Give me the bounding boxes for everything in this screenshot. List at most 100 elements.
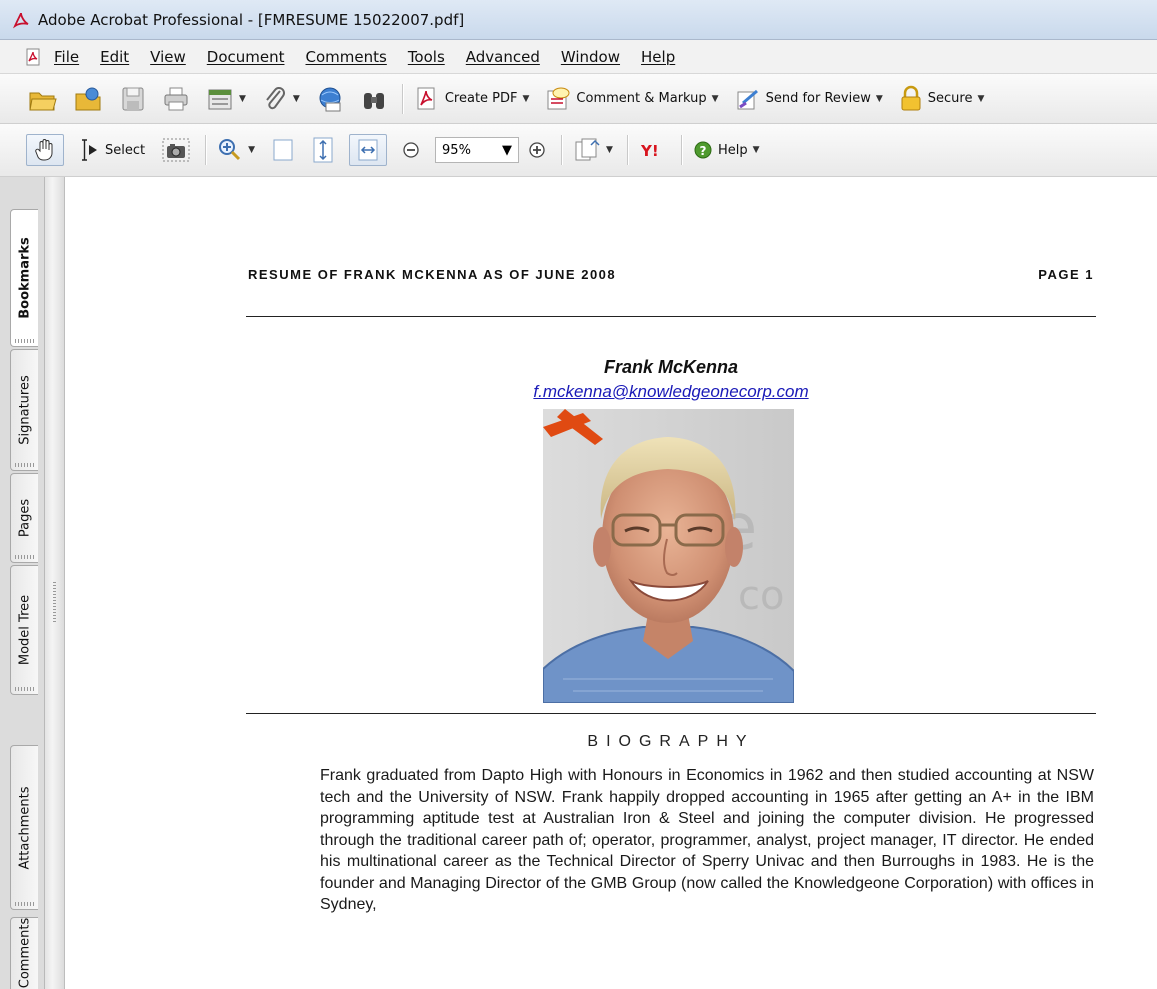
tasks-button[interactable]: ▼ bbox=[204, 83, 248, 115]
binoculars-icon bbox=[363, 92, 384, 109]
tasks-icon bbox=[208, 89, 232, 109]
tab-grip bbox=[15, 463, 34, 467]
rotate-page-icon bbox=[575, 138, 600, 161]
person-name: Frank McKenna bbox=[603, 357, 739, 377]
tab-grip bbox=[15, 687, 34, 691]
menu-window[interactable]: Window bbox=[559, 46, 622, 68]
text-cursor-icon bbox=[82, 139, 97, 161]
biography-heading: BIOGRAPHY bbox=[587, 733, 755, 750]
toolbar-separator bbox=[561, 135, 564, 165]
tab-attachments-label: Attachments bbox=[17, 786, 32, 869]
printer-icon bbox=[164, 87, 188, 110]
fit-page-button[interactable] bbox=[309, 134, 337, 166]
tab-signatures[interactable]: Signatures bbox=[10, 349, 38, 471]
file-toolbar: ▼ ▼ Create PDF ▼ Comment & Markup ▼ Send… bbox=[0, 74, 1157, 124]
tab-comments-label: Comments bbox=[17, 918, 32, 989]
tab-bookmarks-label: Bookmarks bbox=[17, 237, 32, 319]
comment-markup-button[interactable]: Comment & Markup ▼ bbox=[543, 83, 720, 115]
save-disk-icon bbox=[122, 87, 144, 110]
hand-tool-button[interactable] bbox=[26, 134, 64, 166]
menu-document[interactable]: Document bbox=[205, 46, 287, 68]
running-header: RESUME OF FRANK MCKENNA AS OF JUNE 2008 … bbox=[248, 267, 1094, 282]
header-title: RESUME OF FRANK MCKENNA AS OF JUNE 2008 bbox=[248, 267, 617, 282]
tab-model-tree[interactable]: Model Tree bbox=[10, 565, 38, 695]
secure-button[interactable]: Secure ▼ bbox=[897, 83, 987, 115]
chevron-down-icon: ▼ bbox=[292, 93, 300, 104]
menu-tools[interactable]: Tools bbox=[406, 46, 447, 68]
chevron-down-icon: ▼ bbox=[248, 145, 256, 155]
help-circle-icon: ? bbox=[694, 141, 712, 159]
chevron-down-icon: ▼ bbox=[875, 93, 883, 104]
menu-help[interactable]: Help bbox=[639, 46, 677, 68]
biography-text: Frank graduated from Dapto High with Hon… bbox=[320, 767, 1094, 913]
tab-pages-label: Pages bbox=[17, 498, 32, 538]
actual-size-button[interactable] bbox=[269, 134, 297, 166]
help-button[interactable]: ? Help ▼ bbox=[691, 134, 762, 166]
minus-circle-icon bbox=[403, 142, 419, 158]
organizer-folder-icon bbox=[75, 87, 101, 110]
globe-email-icon bbox=[319, 87, 341, 111]
comment-markup-icon bbox=[547, 87, 570, 109]
organizer-button[interactable] bbox=[72, 83, 106, 115]
fit-page-icon bbox=[313, 137, 333, 163]
profile-photo: re co bbox=[543, 409, 794, 703]
zoom-select[interactable]: 95% ▼ bbox=[435, 137, 520, 163]
chevron-down-icon: ▼ bbox=[606, 145, 613, 155]
menu-bar: File Edit View Document Comments Tools A… bbox=[0, 40, 1157, 74]
zoom-out-button[interactable] bbox=[399, 134, 423, 166]
pdf-page: RESUME OF FRANK MCKENNA AS OF JUNE 2008 … bbox=[66, 177, 1157, 989]
open-button[interactable] bbox=[26, 83, 60, 115]
send-review-button[interactable]: Send for Review ▼ bbox=[733, 83, 885, 115]
tab-model-tree-label: Model Tree bbox=[17, 594, 32, 666]
document-view[interactable]: RESUME OF FRANK MCKENNA AS OF JUNE 2008 … bbox=[66, 177, 1157, 989]
tab-comments[interactable]: Comments bbox=[10, 917, 38, 989]
fit-width-icon bbox=[358, 139, 378, 161]
menu-comments[interactable]: Comments bbox=[304, 46, 389, 68]
search-button[interactable] bbox=[358, 83, 390, 115]
zoom-in-button[interactable] bbox=[525, 134, 549, 166]
tab-attachments[interactable]: Attachments bbox=[10, 745, 38, 910]
tab-grip bbox=[15, 902, 34, 906]
fit-width-button[interactable] bbox=[349, 134, 388, 166]
zoom-value: 95% bbox=[442, 142, 471, 158]
rotate-view-button[interactable]: ▼ bbox=[571, 134, 615, 166]
email-link[interactable]: f.mckenna@knowledgeonecorp.com bbox=[246, 382, 1096, 402]
menu-advanced[interactable]: Advanced bbox=[464, 46, 542, 68]
snapshot-button[interactable] bbox=[159, 134, 193, 166]
open-folder-icon bbox=[29, 92, 57, 110]
secure-label: Secure bbox=[927, 91, 973, 106]
camera-icon bbox=[162, 138, 190, 162]
header-rule bbox=[246, 316, 1096, 317]
splitter-grip bbox=[53, 582, 56, 622]
plus-circle-icon bbox=[529, 142, 545, 158]
create-pdf-button[interactable]: Create PDF ▼ bbox=[412, 83, 532, 115]
tab-pages[interactable]: Pages bbox=[10, 473, 38, 563]
select-tool-button[interactable]: Select bbox=[76, 134, 147, 166]
toolbar-separator bbox=[680, 135, 683, 165]
paperclip-icon bbox=[266, 86, 285, 109]
zoom-in-tool-button[interactable]: ▼ bbox=[215, 134, 257, 166]
chevron-down-icon: ▼ bbox=[522, 93, 530, 104]
toolbar-separator bbox=[626, 135, 629, 165]
send-review-icon bbox=[737, 89, 758, 109]
toolbar-separator bbox=[205, 135, 208, 165]
menu-file[interactable]: File bbox=[52, 46, 81, 68]
save-button[interactable] bbox=[118, 83, 148, 115]
svg-text:Y!: Y! bbox=[640, 142, 659, 160]
email-button[interactable] bbox=[314, 83, 346, 115]
yahoo-logo-icon: Y! bbox=[640, 142, 659, 160]
photo-bottom-rule bbox=[246, 713, 1096, 714]
attach-button[interactable]: ▼ bbox=[260, 83, 302, 115]
menu-edit[interactable]: Edit bbox=[98, 46, 131, 68]
page-icon bbox=[273, 139, 293, 161]
document-icon[interactable] bbox=[24, 48, 42, 66]
menu-view[interactable]: View bbox=[148, 46, 188, 68]
pane-splitter[interactable] bbox=[45, 177, 65, 989]
yahoo-button[interactable]: Y! bbox=[637, 134, 669, 166]
tab-grip bbox=[15, 555, 34, 559]
lock-icon bbox=[901, 85, 921, 110]
tab-grip bbox=[15, 339, 34, 343]
tab-bookmarks[interactable]: Bookmarks bbox=[10, 209, 38, 347]
chevron-down-icon: ▼ bbox=[239, 93, 246, 104]
print-button[interactable] bbox=[160, 83, 192, 115]
